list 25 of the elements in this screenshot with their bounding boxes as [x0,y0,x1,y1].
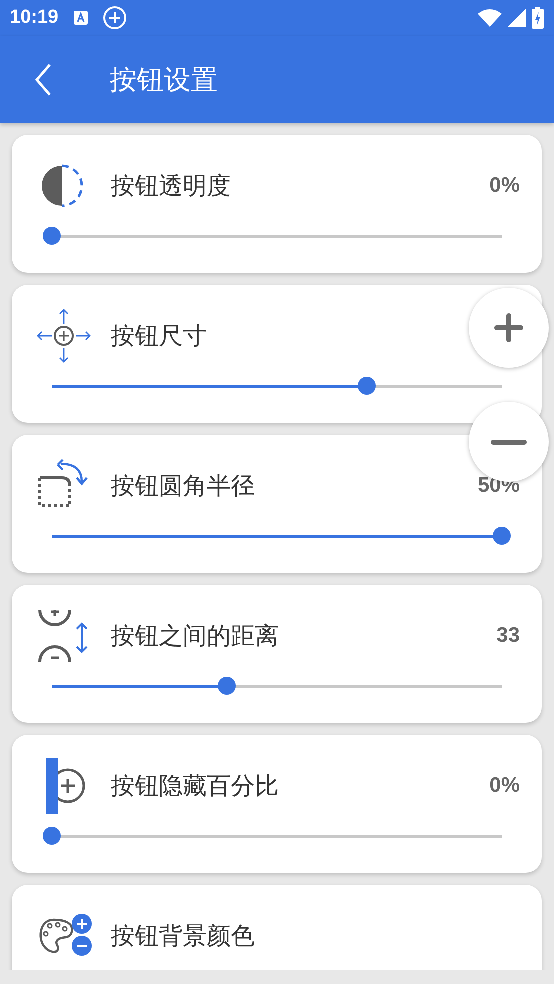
setting-value: 0% [490,174,520,198]
slider-thumb[interactable] [43,227,61,245]
notification-icon [72,10,89,26]
slider-thumb[interactable] [358,377,376,395]
setting-title: 按钮之间的距离 [111,621,279,652]
setting-title: 按钮透明度 [111,171,231,202]
setting-title: 按钮尺寸 [111,321,207,352]
battery-icon [532,7,544,29]
slider-thumb[interactable] [43,827,61,845]
add-circle-icon [102,6,127,30]
back-button[interactable] [34,62,54,96]
setting-title: 按钮圆角半径 [111,471,255,502]
slider-thumb[interactable] [493,527,511,545]
resize-arrows-icon [36,308,92,364]
setting-value: 33 [496,624,520,648]
setting-title: 按钮背景颜色 [111,921,255,952]
signal-icon [508,9,526,27]
setting-value: 0% [490,774,520,798]
plus-icon [493,312,525,344]
slider-thumb[interactable] [218,677,236,695]
setting-title: 按钮隐藏百分比 [111,771,279,802]
minus-icon [491,440,527,444]
wifi-icon [478,9,502,27]
status-time: 10:19 [10,7,59,29]
screen-title: 按钮设置 [110,64,218,98]
